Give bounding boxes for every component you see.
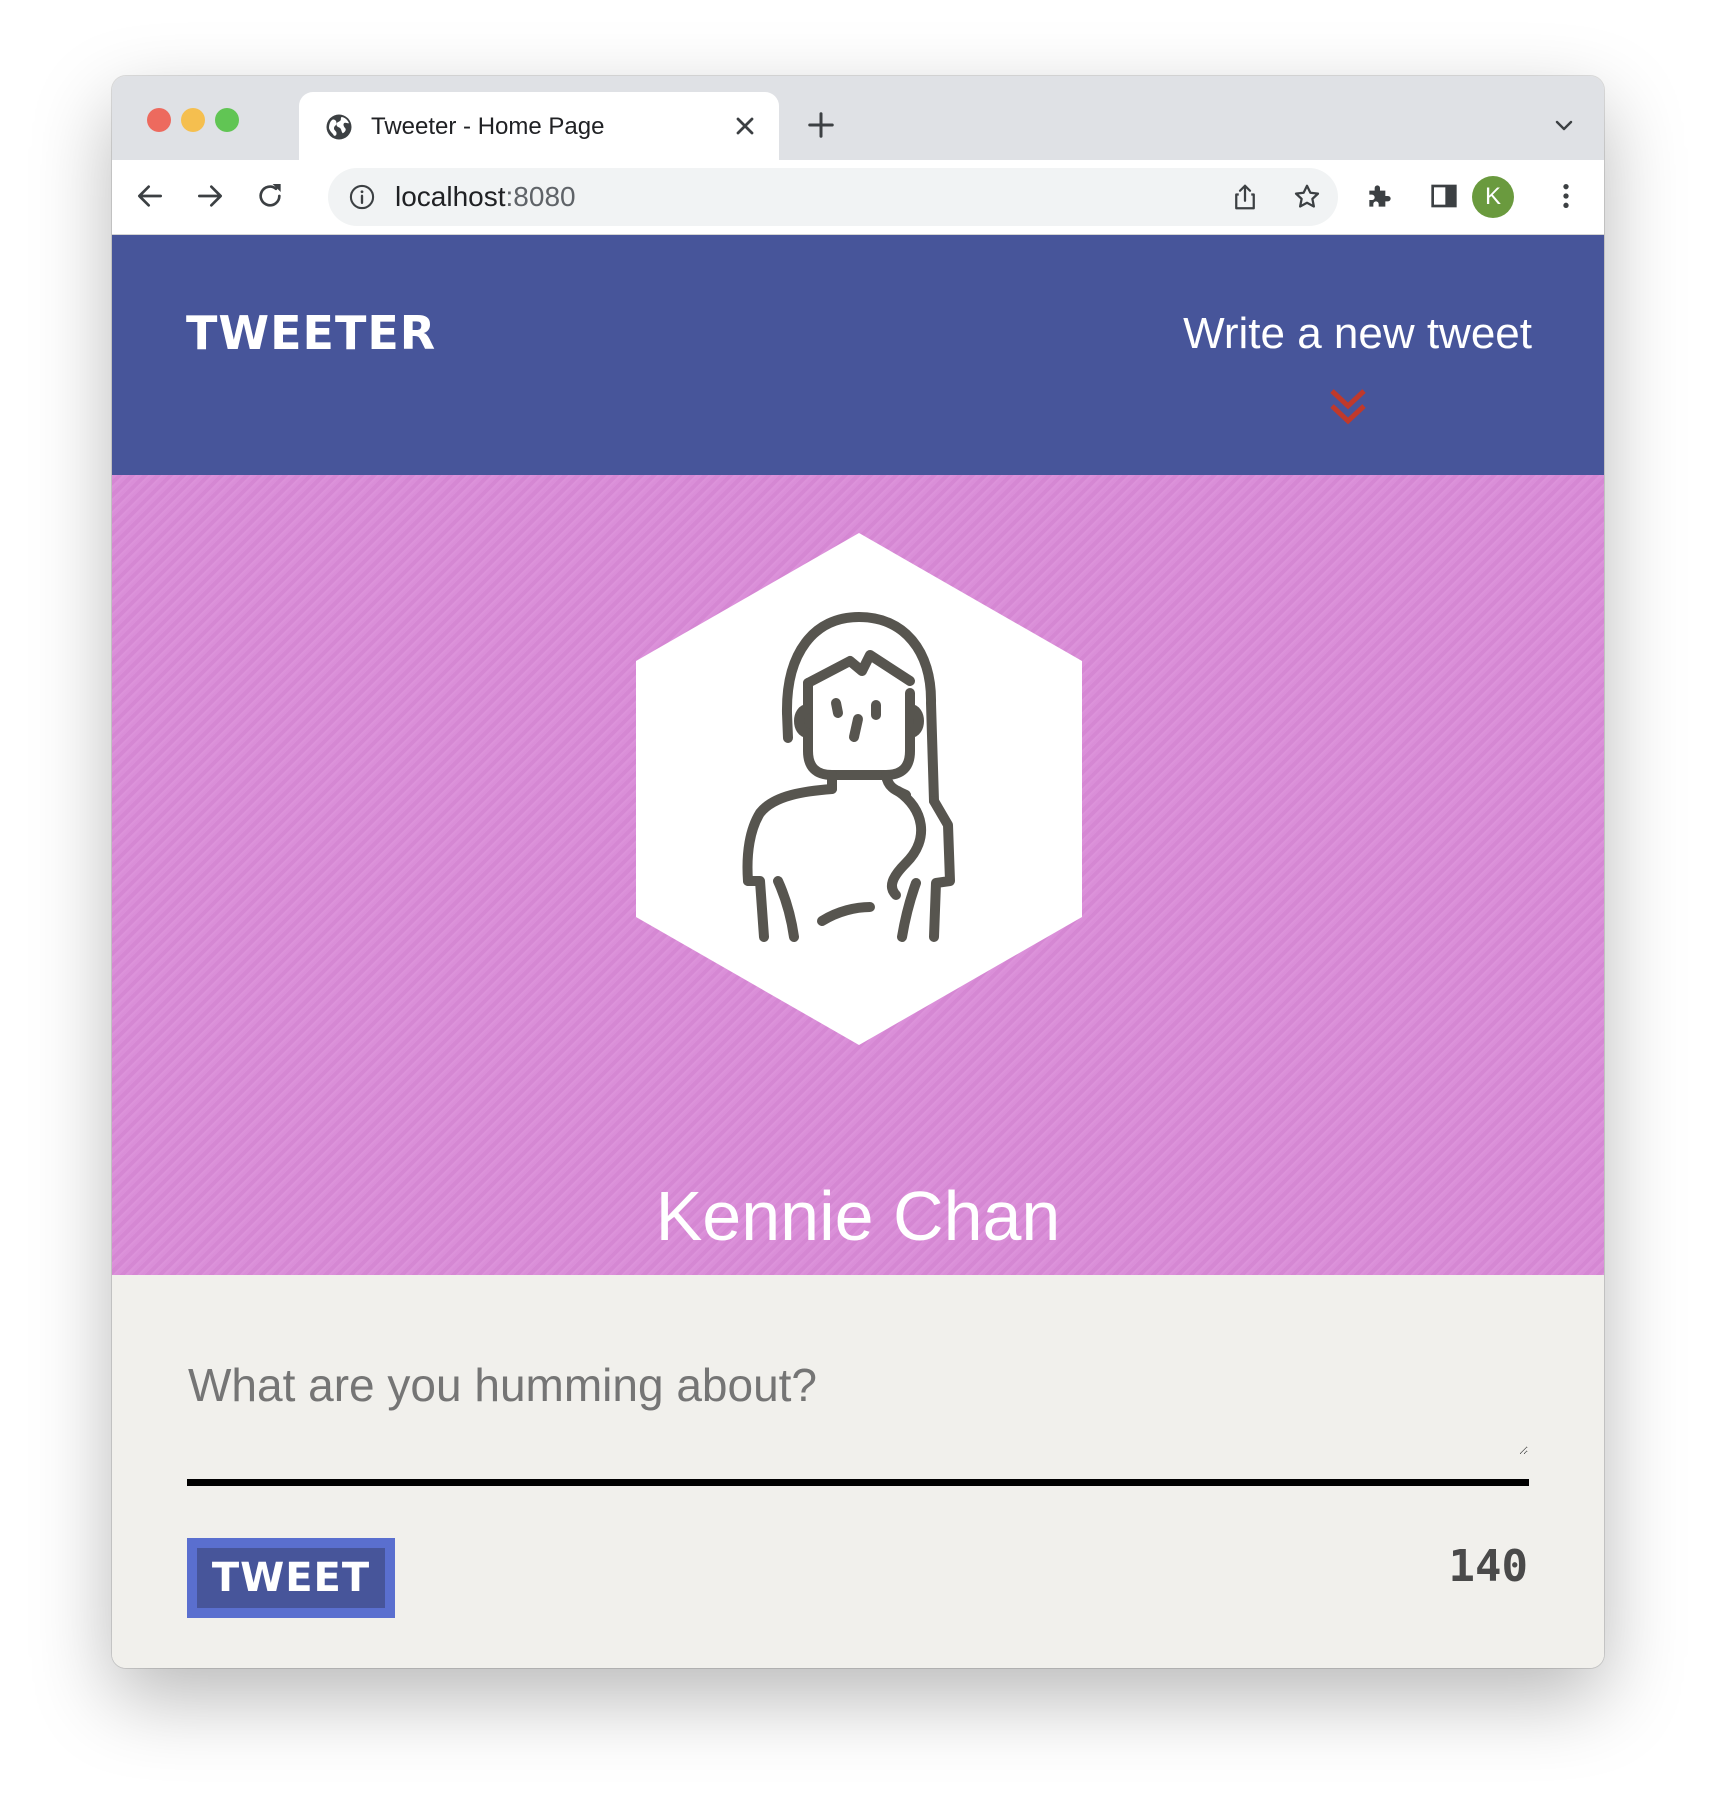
- tweet-button-label: TWEET: [197, 1548, 385, 1608]
- page-content: TWEETER Write a new tweet Kennie Chan Wh…: [112, 235, 1604, 1668]
- url-host: localhost: [395, 181, 506, 212]
- write-new-tweet-link[interactable]: Write a new tweet: [1183, 307, 1532, 361]
- side-panel-icon[interactable]: [1428, 180, 1460, 212]
- character-counter: 140: [1448, 1541, 1528, 1592]
- tab-search-chevron-icon[interactable]: [1552, 114, 1576, 138]
- url-text: localhost:8080: [395, 180, 576, 214]
- globe-icon: [326, 114, 352, 140]
- share-icon[interactable]: [1230, 182, 1260, 212]
- browser-window: Tweeter - Home Page localhost:8080 K TWE…: [112, 76, 1604, 1668]
- url-port: :8080: [505, 181, 576, 212]
- new-tab-icon[interactable]: [806, 110, 836, 140]
- site-info-icon[interactable]: [348, 183, 376, 211]
- textarea-underline: [187, 1479, 1529, 1486]
- maximize-window-button[interactable]: [215, 108, 239, 132]
- site-logo[interactable]: TWEETER: [186, 305, 436, 361]
- extensions-puzzle-icon[interactable]: [1364, 180, 1396, 212]
- minimize-window-button[interactable]: [181, 108, 205, 132]
- profile-name: Kennie Chan: [655, 1177, 1061, 1255]
- site-header: TWEETER Write a new tweet: [112, 235, 1604, 475]
- tweet-textarea[interactable]: [188, 1355, 1528, 1455]
- tweet-submit-button[interactable]: TWEET: [187, 1538, 395, 1618]
- double-chevron-down-icon[interactable]: [1326, 385, 1370, 429]
- forward-arrow-icon[interactable]: [194, 180, 226, 212]
- profile-banner: Kennie Chan: [112, 475, 1604, 1275]
- more-menu-icon[interactable]: [1550, 180, 1582, 212]
- close-tab-icon[interactable]: [731, 112, 759, 140]
- bookmark-star-icon[interactable]: [1292, 182, 1322, 212]
- address-bar[interactable]: localhost:8080: [328, 168, 1338, 226]
- reload-icon[interactable]: [254, 180, 286, 212]
- back-arrow-icon[interactable]: [134, 180, 166, 212]
- tab-title: Tweeter - Home Page: [371, 113, 605, 140]
- tab-strip: Tweeter - Home Page: [112, 76, 1604, 160]
- tweet-composer: TWEET 140: [112, 1275, 1604, 1668]
- profile-avatar[interactable]: K: [1472, 176, 1514, 218]
- profile-avatar-hexagon: [636, 533, 1082, 1045]
- browser-toolbar: localhost:8080 K: [112, 160, 1604, 235]
- tab-home-page[interactable]: Tweeter - Home Page: [299, 92, 779, 160]
- close-window-button[interactable]: [147, 108, 171, 132]
